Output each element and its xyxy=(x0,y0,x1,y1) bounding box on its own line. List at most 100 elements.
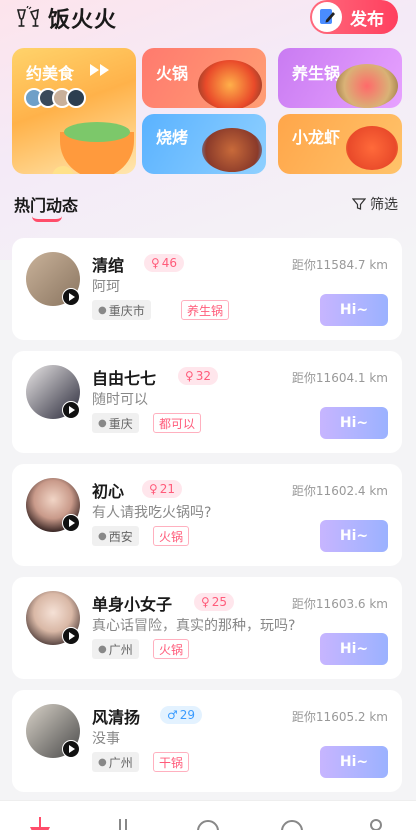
hi-button[interactable]: Hi~ xyxy=(320,294,388,326)
category-label: 烧烤 xyxy=(156,128,189,147)
signature: 没事 xyxy=(92,731,120,747)
category-label: 小龙虾 xyxy=(292,128,341,147)
age-value: 46 xyxy=(161,256,178,270)
health-pot-image xyxy=(336,64,398,108)
user-name: 清绾 xyxy=(92,256,125,275)
bowl-image xyxy=(64,122,130,142)
age-badge: ♀ 32 xyxy=(178,367,219,385)
location-icon: ● xyxy=(98,417,107,429)
bbq-image xyxy=(202,128,262,172)
city-label: 广州 xyxy=(108,642,133,657)
feed-card[interactable]: 自由七七 ♀ 32 距你11604.1 km 随时可以 ● 重庆 都可以 Hi~ xyxy=(12,351,402,453)
female-icon: ♀ xyxy=(151,256,160,270)
hi-button[interactable]: Hi~ xyxy=(320,746,388,778)
video-play-icon[interactable] xyxy=(62,627,80,645)
city-label: 重庆 xyxy=(108,416,133,431)
category-label: 养生锅 xyxy=(292,64,341,83)
food-tag: 火锅 xyxy=(153,526,190,546)
food-tag: 都可以 xyxy=(153,413,202,433)
distance: 距你11605.2 km xyxy=(291,710,388,724)
video-play-icon[interactable] xyxy=(62,288,80,306)
food-tag: 养生锅 xyxy=(181,300,230,320)
video-play-icon[interactable] xyxy=(62,401,80,419)
category-label: 约美食 xyxy=(26,64,75,83)
age-value: 25 xyxy=(211,595,228,609)
age-badge: ♂ 29 xyxy=(160,706,203,724)
crayfish-image xyxy=(346,126,398,170)
feed-card[interactable]: 风清扬 ♂ 29 距你11605.2 km 没事 ● 广州 干锅 Hi~ xyxy=(12,690,402,792)
location-icon: ● xyxy=(98,530,107,542)
category-label: 火锅 xyxy=(156,64,189,83)
city-tag: ● 重庆 xyxy=(92,413,139,433)
city-tag: ● 广州 xyxy=(92,752,139,772)
hi-button[interactable]: Hi~ xyxy=(320,520,388,552)
feed-card[interactable]: 单身小女子 ♀ 25 距你11603.6 km 真心话冒险，真实的那种，玩吗? … xyxy=(12,577,402,679)
user-name: 单身小女子 xyxy=(92,595,173,614)
city-tag: ● 西安 xyxy=(92,526,139,546)
age-value: 21 xyxy=(159,482,176,496)
distance: 距你11604.1 km xyxy=(291,371,388,385)
age-badge: ♀ 21 xyxy=(142,480,183,498)
play-icon xyxy=(100,64,109,76)
signature: 阿珂 xyxy=(92,279,120,295)
app-title: 饭火火 xyxy=(48,8,118,33)
age-badge: ♀ 25 xyxy=(194,593,235,611)
location-icon: ● xyxy=(98,756,107,768)
category-card-hotpot[interactable]: 火锅 xyxy=(142,48,266,108)
category-card-crayfish[interactable]: 小龙虾 xyxy=(278,114,402,174)
food-tag: 干锅 xyxy=(153,752,190,772)
video-play-icon[interactable] xyxy=(62,740,80,758)
category-card-health-pot[interactable]: 养生锅 xyxy=(278,48,402,108)
user-name: 初心 xyxy=(92,482,125,501)
chat-icon[interactable] xyxy=(280,815,304,830)
hi-button[interactable]: Hi~ xyxy=(320,407,388,439)
publish-button[interactable]: 发布 xyxy=(310,0,398,34)
publish-label: 发布 xyxy=(350,9,384,30)
section-underline xyxy=(32,216,62,222)
age-value: 29 xyxy=(179,708,196,722)
signature: 随时可以 xyxy=(92,392,148,408)
filter-icon xyxy=(352,198,366,210)
filter-label: 筛选 xyxy=(370,197,398,213)
food-tag: 火锅 xyxy=(153,639,190,659)
bottom-nav xyxy=(0,800,416,830)
feed-card[interactable]: 初心 ♀ 21 距你11602.4 km 有人请我吃火锅吗? ● 西安 火锅 H… xyxy=(12,464,402,566)
age-value: 32 xyxy=(195,369,212,383)
home-icon[interactable] xyxy=(28,815,52,830)
location-icon: ● xyxy=(98,643,107,655)
section-title: 热门动态 xyxy=(14,196,79,215)
signature: 有人请我吃火锅吗? xyxy=(92,505,212,521)
filter-button[interactable]: 筛选 xyxy=(352,194,398,214)
hi-button[interactable]: Hi~ xyxy=(320,633,388,665)
city-label: 广州 xyxy=(108,755,133,770)
video-play-icon[interactable] xyxy=(62,514,80,532)
female-icon: ♀ xyxy=(201,595,210,609)
distance: 距你11603.6 km xyxy=(291,597,388,611)
age-badge: ♀ 46 xyxy=(144,254,185,272)
category-card-bbq[interactable]: 烧烤 xyxy=(142,114,266,174)
distance: 距你11602.4 km xyxy=(291,484,388,498)
signature: 真心话冒险，真实的那种，玩吗? xyxy=(92,618,296,634)
female-icon: ♀ xyxy=(185,369,194,383)
plate-icon[interactable] xyxy=(196,815,220,830)
city-label: 重庆市 xyxy=(108,303,145,318)
city-tag: ● 重庆市 xyxy=(92,300,151,320)
food-icon[interactable] xyxy=(112,815,136,830)
category-card-dining[interactable]: 约美食 xyxy=(12,48,136,174)
wine-glasses-icon xyxy=(16,6,39,27)
female-icon: ♀ xyxy=(149,482,158,496)
male-icon: ♂ xyxy=(167,708,178,722)
app-logo: 饭火火 xyxy=(14,4,118,33)
profile-icon[interactable] xyxy=(364,815,388,830)
user-name: 风清扬 xyxy=(92,708,141,727)
edit-icon xyxy=(312,2,342,32)
app-header: 饭火火 发布 xyxy=(0,0,416,40)
hotpot-image xyxy=(198,60,262,108)
feed-card[interactable]: 清绾 ♀ 46 距你11584.7 km 阿珂 ● 重庆市 养生锅 Hi~ xyxy=(12,238,402,340)
play-icon xyxy=(90,64,99,76)
user-name: 自由七七 xyxy=(92,369,157,388)
avatar xyxy=(66,88,86,108)
city-label: 西安 xyxy=(108,529,133,544)
avatar-group xyxy=(24,88,86,108)
city-tag: ● 广州 xyxy=(92,639,139,659)
